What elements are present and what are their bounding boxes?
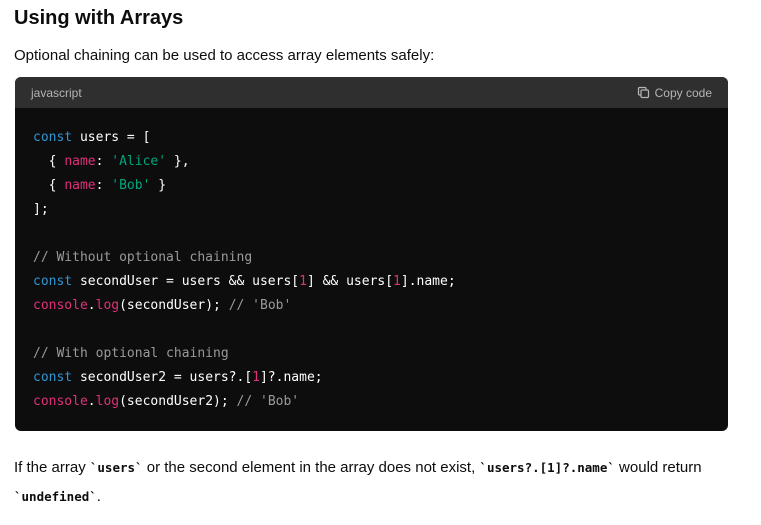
- code-content: const users = [ { name: 'Alice' }, { nam…: [15, 108, 728, 414]
- code-token: 1: [393, 274, 401, 289]
- code-token: (secondUser);: [119, 298, 229, 313]
- code-token: // 'Bob': [236, 394, 300, 409]
- outro-text-2: or the second element in the array does …: [142, 459, 480, 476]
- copy-code-button[interactable]: Copy code: [636, 85, 712, 100]
- code-token: .: [87, 394, 96, 409]
- code-token: // With optional chaining: [33, 346, 229, 361]
- copy-code-label: Copy code: [654, 85, 712, 100]
- code-token: ].name;: [400, 274, 456, 289]
- code-block-header: javascript Copy code: [15, 77, 728, 108]
- code-line: const secondUser2 = users?.[1]?.name;: [33, 366, 710, 390]
- code-token: 1: [299, 274, 307, 289]
- code-token: {: [33, 154, 65, 169]
- code-token: name: [64, 154, 96, 169]
- code-token: log: [95, 298, 120, 313]
- code-token: name: [64, 178, 96, 193]
- code-line: { name: 'Bob' }: [33, 174, 710, 198]
- section-heading: Using with Arrays: [14, 7, 184, 29]
- code-line: const secondUser = users && users[1] && …: [33, 270, 710, 294]
- code-token: log: [95, 394, 120, 409]
- code-token: const: [33, 274, 73, 289]
- code-token: {: [33, 178, 65, 193]
- code-token: }: [150, 178, 167, 193]
- code-token: users = [: [72, 130, 151, 145]
- code-line: // Without optional chaining: [33, 246, 710, 270]
- code-line: { name: 'Alice' },: [33, 150, 710, 174]
- code-block: javascript Copy code const users = [ { n…: [15, 77, 728, 431]
- code-token: :: [95, 154, 112, 169]
- outro-text-4: .: [96, 488, 101, 505]
- code-token: },: [166, 154, 190, 169]
- inline-code-optional-access: `users?.[1]?.name`: [479, 460, 615, 475]
- code-line: // With optional chaining: [33, 342, 710, 366]
- code-line: const users = [: [33, 126, 710, 150]
- code-token: 'Alice': [111, 154, 167, 169]
- code-token: const: [33, 130, 73, 145]
- code-line: ];: [33, 198, 710, 222]
- code-token: console: [33, 298, 88, 313]
- code-token: 'Bob': [111, 178, 151, 193]
- code-token: .: [87, 298, 96, 313]
- code-token: :: [95, 178, 112, 193]
- code-token: 1: [252, 370, 260, 385]
- code-token: ] && users[: [306, 274, 394, 289]
- inline-code-undefined: `undefined`: [14, 489, 97, 504]
- outro-text-1: If the array: [14, 459, 90, 476]
- code-token: console: [33, 394, 88, 409]
- code-token: (secondUser2);: [119, 394, 237, 409]
- code-token: // 'Bob': [228, 298, 292, 313]
- code-token: const: [33, 370, 73, 385]
- code-language-label: javascript: [31, 85, 82, 100]
- code-token: ]?.name;: [259, 370, 323, 385]
- code-line: console.log(secondUser2); // 'Bob': [33, 390, 710, 414]
- code-line: console.log(secondUser); // 'Bob': [33, 294, 710, 318]
- outro-paragraph: If the array `users` or the second eleme…: [14, 453, 734, 511]
- code-token: // Without optional chaining: [33, 250, 253, 265]
- code-token: ];: [33, 202, 49, 217]
- outro-text-3: would return: [614, 459, 702, 476]
- inline-code-users: `users`: [89, 460, 143, 475]
- intro-paragraph: Optional chaining can be used to access …: [14, 47, 435, 64]
- copy-icon: [636, 85, 651, 100]
- code-token: secondUser = users && users[: [72, 274, 300, 289]
- code-token: secondUser2 = users?.[: [72, 370, 253, 385]
